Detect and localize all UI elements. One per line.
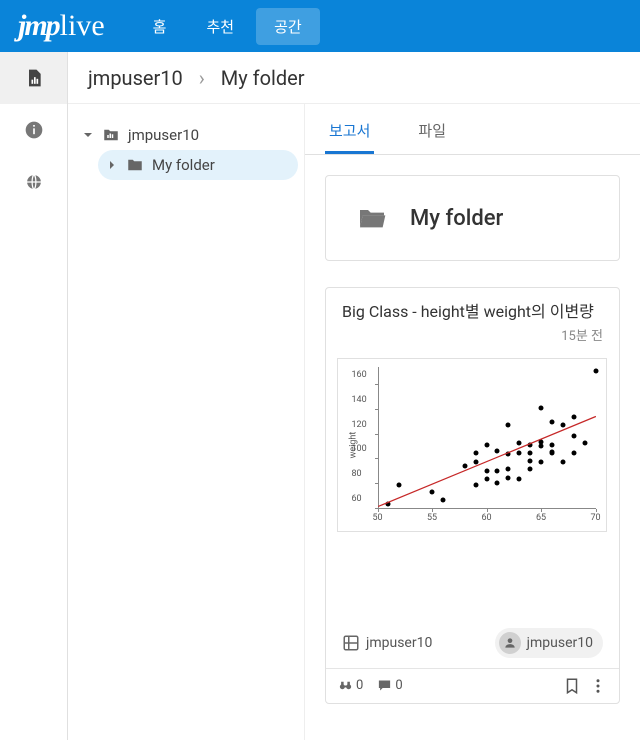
app-logo: jmplive xyxy=(18,9,105,43)
folder-header: My folder xyxy=(325,175,620,261)
report-timestamp: 15분 전 xyxy=(342,325,603,344)
y-tick: 60 xyxy=(352,494,362,504)
nav-items: 홈추천공간 xyxy=(135,8,320,45)
author-chip[interactable]: jmpuser10 xyxy=(495,628,603,658)
folder-icon xyxy=(126,156,144,174)
breadcrumb: jmpuser10 › My folder xyxy=(68,52,640,104)
nav-item-2[interactable]: 공간 xyxy=(256,8,320,45)
caret-right-icon xyxy=(106,159,118,171)
top-nav-bar: jmplive 홈추천공간 xyxy=(0,0,640,52)
caret-down-icon xyxy=(82,129,94,141)
x-tick: 70 xyxy=(590,513,600,523)
breadcrumb-item[interactable]: jmpuser10 xyxy=(88,66,183,90)
workspace-link[interactable]: jmpuser10 xyxy=(342,634,432,652)
fit-line xyxy=(378,367,596,509)
avatar-icon xyxy=(499,632,521,654)
x-tick: 55 xyxy=(427,513,437,523)
tabs: 보고서 파일 xyxy=(305,108,640,155)
grid-icon xyxy=(342,634,360,652)
globe-icon[interactable] xyxy=(0,156,67,208)
bookmark-icon[interactable] xyxy=(563,677,581,695)
chevron-right-icon: › xyxy=(199,66,205,90)
left-icon-bar xyxy=(0,52,68,740)
y-tick: 120 xyxy=(352,420,367,430)
y-tick: 140 xyxy=(352,395,367,405)
report-card[interactable]: Big Class - height별 weight의 이변량 15분 전 we… xyxy=(325,287,620,704)
folder-title: My folder xyxy=(410,206,503,231)
tree-row-child[interactable]: My folder xyxy=(98,150,298,180)
report-title: Big Class - height별 weight의 이변량 xyxy=(342,302,603,323)
more-vert-icon[interactable] xyxy=(589,677,607,695)
folder-open-icon xyxy=(356,202,388,234)
comment-count: 0 xyxy=(377,678,402,693)
folder-tree: jmpuser10 My folder xyxy=(68,104,304,740)
scatter-chart: weight 60801001201401605055606570 xyxy=(337,358,607,532)
workspace-name: jmpuser10 xyxy=(366,635,432,651)
author-name: jmpuser10 xyxy=(527,635,593,651)
x-tick: 50 xyxy=(372,513,382,523)
comment-icon xyxy=(377,678,392,693)
view-count: 0 xyxy=(338,678,363,693)
tree-row-root[interactable]: jmpuser10 xyxy=(74,120,298,150)
nav-item-1[interactable]: 추천 xyxy=(188,8,252,45)
tab-0[interactable]: 보고서 xyxy=(325,108,374,154)
tree-root-label: jmpuser10 xyxy=(128,126,199,144)
reports-icon[interactable] xyxy=(0,52,67,104)
info-icon[interactable] xyxy=(0,104,67,156)
tree-child-label: My folder xyxy=(152,156,215,174)
y-tick: 160 xyxy=(352,370,367,380)
nav-item-0[interactable]: 홈 xyxy=(135,8,185,45)
binoculars-icon xyxy=(338,678,353,693)
x-tick: 65 xyxy=(536,513,546,523)
y-tick: 100 xyxy=(352,444,367,454)
breadcrumb-item[interactable]: My folder xyxy=(221,66,305,90)
tab-1[interactable]: 파일 xyxy=(414,108,450,154)
y-tick: 80 xyxy=(352,469,362,479)
folder-chart-icon xyxy=(102,126,120,144)
x-tick: 60 xyxy=(481,513,491,523)
